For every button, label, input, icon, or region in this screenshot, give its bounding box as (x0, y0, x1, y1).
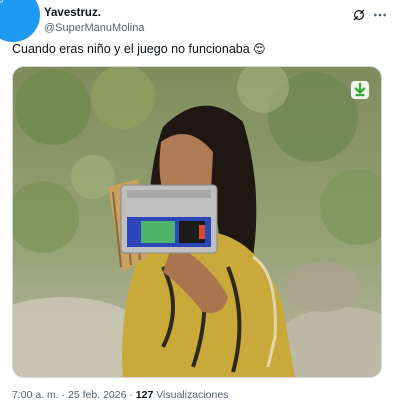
tweet-time[interactable]: 7:00 a. m. (12, 389, 59, 401)
avatar[interactable]: VISTOENLASREDES (0, 0, 44, 44)
author-display-name[interactable]: Yavestruz. (44, 7, 101, 19)
avatar-watermark: VISTOENLASREDES (0, 0, 39, 13)
meta-separator: · (58, 389, 69, 401)
tweet-meta: 7:00 a. m. · 25 feb. 2026 · 127 Visualiz… (12, 389, 228, 401)
more-icon[interactable] (372, 8, 388, 22)
tweet-text: Cuando eras niño y el juego no funcionab… (12, 42, 266, 56)
meta-separator: · (126, 389, 136, 401)
views-label: Visualizaciones (153, 389, 229, 401)
avatar-circle: VISTOENLASREDES (0, 0, 40, 42)
download-arrow-icon[interactable] (351, 81, 369, 99)
views-count: 127 (135, 389, 154, 401)
media-illustration (13, 67, 381, 377)
relieved-face-emoji: 😌 (253, 42, 266, 56)
tweet-date[interactable]: 25 feb. 2026 (68, 389, 126, 401)
tweet-header: Yavestruz. @SuperManuMolina (44, 7, 400, 37)
tweet-body: Cuando eras niño y el juego no funcionab… (12, 42, 250, 56)
author-handle[interactable]: @SuperManuMolina (44, 22, 144, 34)
tweet-media-image[interactable] (12, 66, 382, 378)
grok-icon[interactable] (352, 8, 366, 22)
